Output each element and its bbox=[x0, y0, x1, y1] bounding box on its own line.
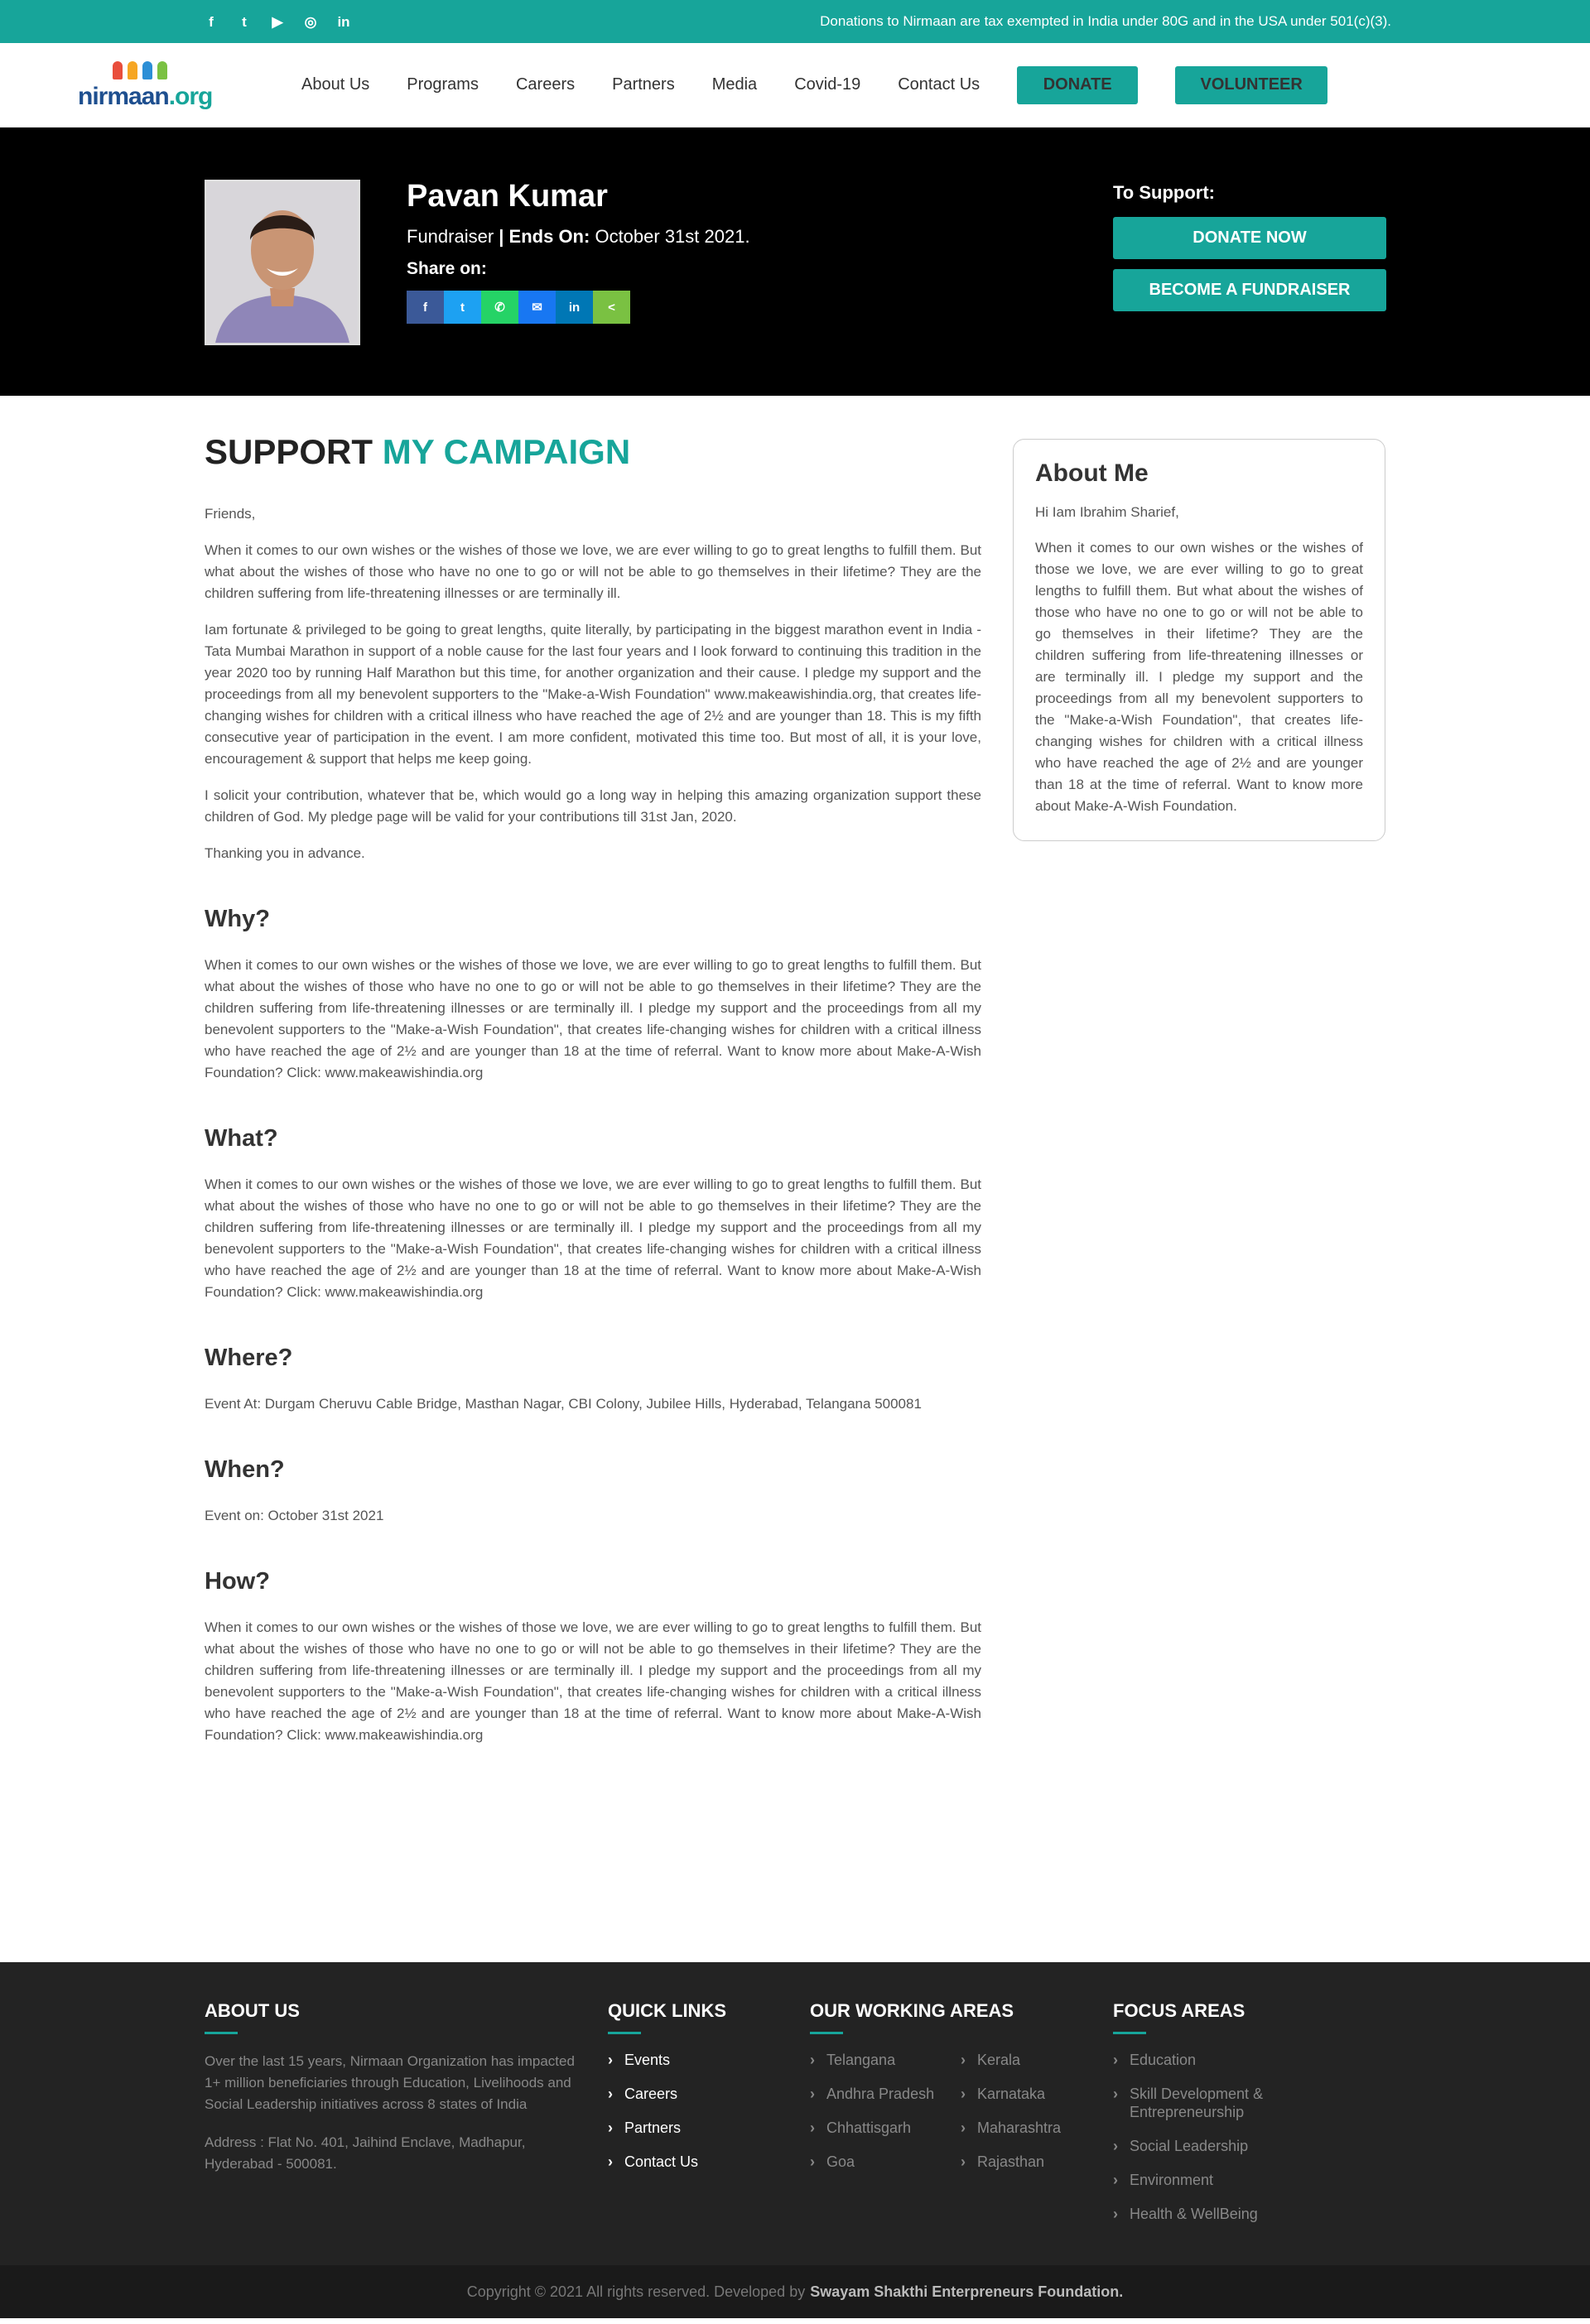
footer-quick-links: QUICK LINKS Events Careers Partners Cont… bbox=[608, 2000, 773, 2187]
site-footer: ABOUT US Over the last 15 years, Nirmaan… bbox=[0, 1962, 1590, 2265]
footer-link-partners[interactable]: Partners bbox=[608, 2119, 773, 2137]
footer-link-careers[interactable]: Careers bbox=[608, 2085, 773, 2103]
support-panel: To Support: DONATE NOW BECOME A FUNDRAIS… bbox=[1113, 182, 1590, 311]
footer-areas-title: OUR WORKING AREAS bbox=[810, 2000, 1014, 2021]
top-bar: f t ▶ ◎ in Donations to Nirmaan are tax … bbox=[0, 0, 1590, 43]
linkedin-icon[interactable]: in bbox=[336, 13, 351, 31]
logo-wordmark: nirmaan.org bbox=[78, 82, 213, 110]
area-chhattisgarh[interactable]: Chhattisgarh bbox=[810, 2119, 936, 2137]
nav-programs[interactable]: Programs bbox=[407, 75, 479, 94]
main-content: SUPPORT MY CAMPAIGN Friends, When it com… bbox=[0, 396, 1590, 1962]
about-me-title: About Me bbox=[1035, 460, 1149, 487]
nav-partners[interactable]: Partners bbox=[612, 75, 675, 94]
campaign-title: SUPPORT MY CAMPAIGN bbox=[205, 432, 631, 471]
instagram-icon[interactable]: ◎ bbox=[303, 13, 318, 31]
social-links: f t ▶ ◎ in bbox=[204, 13, 351, 31]
logo-figures bbox=[113, 60, 167, 79]
messenger-share-icon[interactable]: ✉ bbox=[518, 291, 556, 324]
main-nav: About Us Programs Careers Partners Media… bbox=[301, 65, 1365, 104]
why-body: When it comes to our own wishes or the w… bbox=[205, 957, 981, 1080]
footer-about-title: ABOUT US bbox=[205, 2000, 300, 2021]
footer-focus-areas: FOCUS AREAS Education Skill Development … bbox=[1113, 2000, 1295, 2239]
copyright-text: Copyright © 2021 All rights reserved. De… bbox=[466, 2283, 806, 2300]
footer-underline bbox=[1113, 2032, 1146, 2034]
how-heading: How? bbox=[205, 1568, 270, 1595]
fundraiser-info: Pavan Kumar Fundraiser | Ends On: Octobe… bbox=[407, 179, 750, 324]
area-kerala[interactable]: Kerala bbox=[961, 2051, 1085, 2069]
campaign-greeting: Friends, bbox=[205, 506, 256, 522]
nav-contact-us[interactable]: Contact Us bbox=[898, 75, 980, 94]
ends-on-date: October 31st 2021. bbox=[595, 226, 750, 247]
what-heading: What? bbox=[205, 1125, 278, 1152]
share-icon[interactable]: < bbox=[593, 291, 630, 324]
nav-about-us[interactable]: About Us bbox=[301, 75, 369, 94]
focus-health-wellbeing[interactable]: Health & WellBeing bbox=[1113, 2205, 1295, 2223]
donate-now-button[interactable]: DONATE NOW bbox=[1113, 217, 1386, 259]
fundraiser-hero: Pavan Kumar Fundraiser | Ends On: Octobe… bbox=[0, 128, 1590, 396]
area-rajasthan[interactable]: Rajasthan bbox=[961, 2153, 1085, 2171]
what-body: When it comes to our own wishes or the w… bbox=[205, 1176, 981, 1300]
area-telangana[interactable]: Telangana bbox=[810, 2051, 936, 2069]
footer-underline bbox=[205, 2032, 238, 2034]
twitter-share-icon[interactable]: t bbox=[444, 291, 481, 324]
when-body: Event on: October 31st 2021 bbox=[205, 1508, 384, 1523]
fundraiser-photo bbox=[205, 180, 360, 345]
tax-exemption-note: Donations to Nirmaan are tax exempted in… bbox=[820, 13, 1391, 29]
ends-on-label: | Ends On: bbox=[499, 226, 590, 247]
developer-link[interactable]: Swayam Shakthi Enterpreneurs Foundation. bbox=[810, 2283, 1123, 2301]
fundraiser-meta: Fundraiser | Ends On: October 31st 2021. bbox=[407, 226, 750, 248]
footer-working-areas: OUR WORKING AREAS Telangana Andhra Prade… bbox=[810, 2000, 1091, 2187]
campaign-closing: Thanking you in advance. bbox=[205, 845, 365, 861]
area-maharashtra[interactable]: Maharashtra bbox=[961, 2119, 1085, 2137]
when-heading: When? bbox=[205, 1456, 285, 1483]
fundraiser-role: Fundraiser bbox=[407, 226, 494, 247]
campaign-paragraph: Iam fortunate & privileged to be going t… bbox=[205, 622, 981, 767]
share-label: Share on: bbox=[407, 259, 487, 278]
where-body: Event At: Durgam Cheruvu Cable Bridge, M… bbox=[205, 1396, 922, 1412]
footer-links-title: QUICK LINKS bbox=[608, 2000, 726, 2021]
area-goa[interactable]: Goa bbox=[810, 2153, 936, 2171]
site-header: nirmaan.org About Us Programs Careers Pa… bbox=[0, 43, 1590, 128]
campaign-paragraph: I solicit your contribution, whatever th… bbox=[205, 787, 981, 825]
footer-underline bbox=[608, 2032, 641, 2034]
donate-button[interactable]: DONATE bbox=[1017, 65, 1139, 104]
support-label: To Support: bbox=[1113, 182, 1215, 203]
about-me-greeting: Hi Iam Ibrahim Sharief, bbox=[1035, 504, 1179, 520]
facebook-icon[interactable]: f bbox=[204, 13, 219, 31]
nav-covid-19[interactable]: Covid-19 bbox=[794, 75, 860, 94]
share-buttons: f t ✆ ✉ in < bbox=[407, 291, 750, 324]
volunteer-button[interactable]: VOLUNTEER bbox=[1175, 65, 1328, 104]
focus-environment[interactable]: Environment bbox=[1113, 2171, 1295, 2189]
nav-media[interactable]: Media bbox=[712, 75, 757, 94]
campaign-content: SUPPORT MY CAMPAIGN Friends, When it com… bbox=[205, 396, 981, 1746]
facebook-share-icon[interactable]: f bbox=[407, 291, 444, 324]
campaign-paragraph: When it comes to our own wishes or the w… bbox=[205, 542, 981, 601]
footer-focus-title: FOCUS AREAS bbox=[1113, 2000, 1246, 2021]
footer-link-contact-us[interactable]: Contact Us bbox=[608, 2153, 773, 2171]
twitter-icon[interactable]: t bbox=[237, 13, 252, 31]
area-andhra-pradesh[interactable]: Andhra Pradesh bbox=[810, 2085, 936, 2103]
fundraiser-name: Pavan Kumar bbox=[407, 179, 608, 214]
footer-about: ABOUT US Over the last 15 years, Nirmaan… bbox=[205, 2000, 577, 2175]
about-me-card: About Me Hi Iam Ibrahim Sharief, When it… bbox=[1013, 439, 1385, 841]
focus-social-leadership[interactable]: Social Leadership bbox=[1113, 2137, 1295, 2155]
footer-link-events[interactable]: Events bbox=[608, 2051, 773, 2069]
focus-skill-development[interactable]: Skill Development & Entrepreneurship bbox=[1113, 2085, 1295, 2121]
nirmaan-logo[interactable]: nirmaan.org bbox=[78, 56, 213, 114]
whatsapp-share-icon[interactable]: ✆ bbox=[481, 291, 518, 324]
nav-careers[interactable]: Careers bbox=[516, 75, 575, 94]
why-heading: Why? bbox=[205, 906, 270, 932]
linkedin-share-icon[interactable]: in bbox=[556, 291, 593, 324]
youtube-icon[interactable]: ▶ bbox=[270, 13, 285, 31]
focus-education[interactable]: Education bbox=[1113, 2051, 1295, 2069]
footer-address: Address : Flat No. 401, Jaihind Enclave,… bbox=[205, 2134, 526, 2172]
how-body: When it comes to our own wishes or the w… bbox=[205, 1619, 981, 1743]
copyright-bar: Copyright © 2021 All rights reserved. De… bbox=[0, 2265, 1590, 2318]
footer-about-text: Over the last 15 years, Nirmaan Organiza… bbox=[205, 2053, 575, 2112]
become-fundraiser-button[interactable]: BECOME A FUNDRAISER bbox=[1113, 269, 1386, 311]
about-me-body: When it comes to our own wishes or the w… bbox=[1035, 540, 1363, 814]
footer-underline bbox=[810, 2032, 843, 2034]
area-karnataka[interactable]: Karnataka bbox=[961, 2085, 1085, 2103]
where-heading: Where? bbox=[205, 1345, 293, 1371]
